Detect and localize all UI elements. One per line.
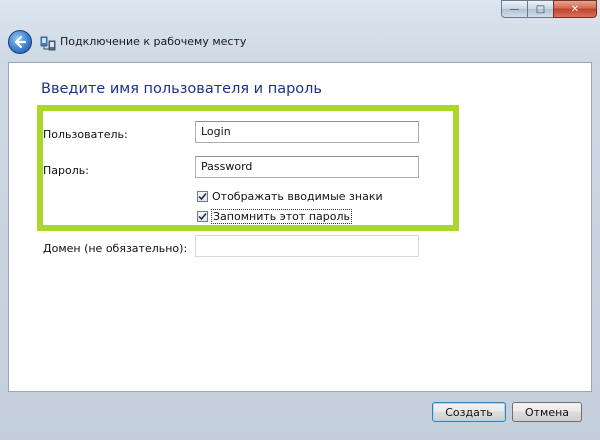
create-button[interactable]: Создать [432,402,506,422]
maximize-button[interactable]: □ [527,0,553,18]
remember-password-label: Запомнить этот пароль [211,209,352,224]
username-label: Пользователь: [43,128,128,141]
password-label: Пароль: [43,164,89,177]
page-heading: Введите имя пользователя и пароль [41,81,322,97]
close-button[interactable]: ✕ [553,0,597,18]
dialog-footer: Создать Отмена [0,392,600,440]
window-title: Подключение к рабочему месту [60,35,247,48]
domain-field[interactable] [195,235,419,257]
show-chars-checkbox[interactable] [197,191,208,202]
content-panel: Введите имя пользователя и пароль Пользо… [8,62,592,392]
back-arrow-icon [14,35,27,49]
cancel-button[interactable]: Отмена [512,402,582,422]
show-chars-option[interactable]: Отображать вводимые знаки [197,190,383,203]
checkmark-icon [198,193,207,201]
remember-password-checkbox[interactable] [197,211,208,222]
username-field[interactable]: Login [195,121,419,143]
checkmark-icon [198,213,207,221]
network-connection-icon [40,36,56,51]
dialog-window: — □ ✕ Подключение к рабочему месту Введи… [0,0,600,440]
remember-password-option[interactable]: Запомнить этот пароль [197,209,352,224]
window-controls: — □ ✕ [501,0,597,18]
navigation-bar: Подключение к рабочему месту [0,22,600,62]
password-field[interactable]: Password [195,156,419,178]
back-button[interactable] [8,30,32,54]
domain-label: Домен (не обязательно): [43,242,188,255]
minimize-button[interactable]: — [501,0,527,18]
show-chars-label: Отображать вводимые знаки [212,190,383,203]
